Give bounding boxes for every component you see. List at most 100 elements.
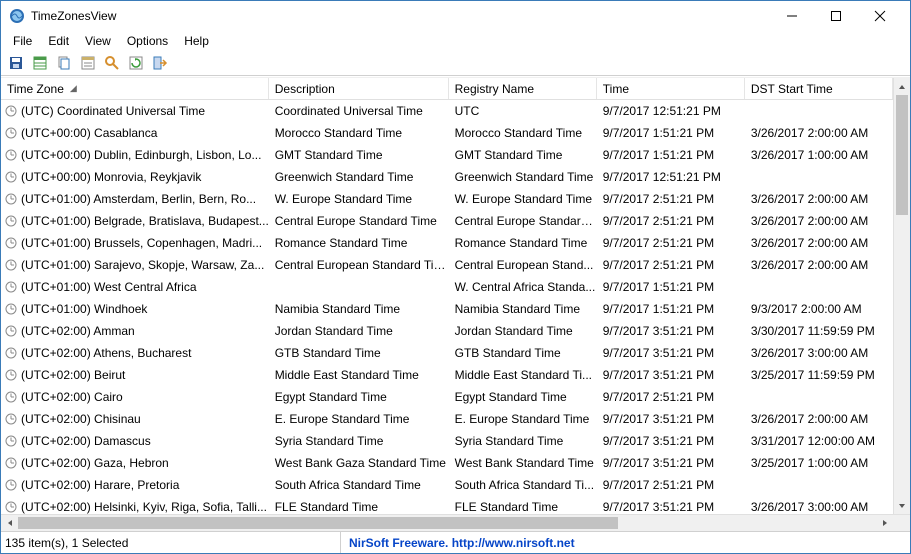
table-row[interactable]: (UTC+02:00) AmmanJordan Standard TimeJor… (1, 320, 893, 342)
col-label: Time Zone (7, 82, 64, 96)
table-row[interactable]: (UTC+00:00) CasablancaMorocco Standard T… (1, 122, 893, 144)
cell-registry: FLE Standard Time (449, 500, 597, 514)
cell-description: Central Europe Standard Time (269, 214, 449, 228)
window-buttons (770, 2, 902, 30)
cell-registry: GTB Standard Time (449, 346, 597, 360)
cell-time: 9/7/2017 2:51:21 PM (597, 192, 745, 206)
properties-icon[interactable] (77, 53, 99, 73)
vertical-scrollbar[interactable] (893, 78, 910, 514)
cell-timezone: (UTC+02:00) Gaza, Hebron (21, 456, 169, 470)
table-row[interactable]: (UTC+02:00) Harare, Pretoria South Africa… (1, 474, 893, 496)
cell-timezone: (UTC) Coordinated Universal Time (21, 104, 205, 118)
menu-help[interactable]: Help (176, 32, 217, 50)
cell-description: E. Europe Standard Time (269, 412, 449, 426)
menu-options[interactable]: Options (119, 32, 176, 50)
cell-time: 9/7/2017 12:51:21 PM (597, 170, 745, 184)
status-text: 135 item(s), 1 Selected (1, 532, 341, 553)
column-headers: Time Zone◢ Description Registry Name Tim… (1, 78, 893, 100)
clock-icon (5, 501, 17, 513)
cell-time: 9/7/2017 12:51:21 PM (597, 104, 745, 118)
cell-registry: South Africa Standard Ti... (449, 478, 597, 492)
hscroll-track[interactable] (18, 515, 876, 531)
table-row[interactable]: (UTC+02:00) Helsinki, Kyiv, Riga, Sofia,… (1, 496, 893, 514)
close-button[interactable] (858, 2, 902, 30)
table-row[interactable]: (UTC) Coordinated Universal TimeCoordina… (1, 100, 893, 122)
minimize-button[interactable] (770, 2, 814, 30)
table-row[interactable]: (UTC+01:00) Amsterdam, Berlin, Bern, Ro.… (1, 188, 893, 210)
scroll-right-icon[interactable] (876, 515, 893, 531)
exit-icon[interactable] (149, 53, 171, 73)
scroll-up-icon[interactable] (894, 78, 910, 95)
table-row[interactable]: (UTC+02:00) Gaza, Hebron West Bank Gaza S… (1, 452, 893, 474)
hscroll-thumb[interactable] (18, 517, 618, 529)
statusbar: 135 item(s), 1 Selected NirSoft Freeware… (1, 531, 910, 553)
menu-edit[interactable]: Edit (40, 32, 77, 50)
cell-time: 9/7/2017 3:51:21 PM (597, 456, 745, 470)
cell-dst: 3/26/2017 2:00:00 AM (745, 126, 893, 140)
table-row[interactable]: (UTC+01:00) Sarajevo, Skopje, Warsaw, Za… (1, 254, 893, 276)
col-time[interactable]: Time (597, 78, 745, 99)
table-row[interactable]: (UTC+02:00) Chisinau E. Europe Standard T… (1, 408, 893, 430)
data-grid[interactable]: Time Zone◢ Description Registry Name Tim… (1, 78, 893, 514)
maximize-button[interactable] (814, 2, 858, 30)
clock-icon (5, 303, 17, 315)
cell-registry: GMT Standard Time (449, 148, 597, 162)
cell-timezone: (UTC+00:00) Monrovia, Reykjavik (21, 170, 201, 184)
copy-icon[interactable] (53, 53, 75, 73)
toolbar (1, 51, 910, 75)
cell-description: West Bank Gaza Standard Time (269, 456, 449, 470)
cell-registry: Middle East Standard Ti... (449, 368, 597, 382)
cell-time: 9/7/2017 2:51:21 PM (597, 390, 745, 404)
col-label: Time (603, 82, 629, 96)
scroll-left-icon[interactable] (1, 515, 18, 531)
cell-description: South Africa Standard Time (269, 478, 449, 492)
cell-dst: 3/26/2017 2:00:00 AM (745, 236, 893, 250)
save-icon[interactable] (5, 53, 27, 73)
refresh-icon[interactable] (125, 53, 147, 73)
menu-view[interactable]: View (77, 32, 119, 50)
col-timezone[interactable]: Time Zone◢ (1, 78, 269, 99)
clock-icon (5, 105, 17, 117)
table-row[interactable]: (UTC+01:00) Brussels, Copenhagen, Madri.… (1, 232, 893, 254)
table-row[interactable]: (UTC+02:00) DamascusSyria Standard TimeS… (1, 430, 893, 452)
clock-icon (5, 457, 17, 469)
cell-description: Jordan Standard Time (269, 324, 449, 338)
cell-timezone: (UTC+01:00) Belgrade, Bratislava, Budape… (21, 214, 269, 228)
vscroll-track[interactable] (894, 95, 910, 497)
cell-description: Syria Standard Time (269, 434, 449, 448)
table-row[interactable]: (UTC+01:00) WindhoekNamibia Standard Tim… (1, 298, 893, 320)
clock-icon (5, 215, 17, 227)
table-row[interactable]: (UTC+02:00) CairoEgypt Standard TimeEgyp… (1, 386, 893, 408)
cell-time: 9/7/2017 3:51:21 PM (597, 412, 745, 426)
table-row[interactable]: (UTC+02:00) BeirutMiddle East Standard T… (1, 364, 893, 386)
cell-dst: 3/26/2017 3:00:00 AM (745, 346, 893, 360)
table-row[interactable]: (UTC+00:00) Dublin, Edinburgh, Lisbon, L… (1, 144, 893, 166)
scroll-down-icon[interactable] (894, 497, 910, 514)
cell-registry: Greenwich Standard Time (449, 170, 597, 184)
cell-timezone: (UTC+01:00) Windhoek (21, 302, 147, 316)
clock-icon (5, 193, 17, 205)
horizontal-scrollbar[interactable] (1, 514, 910, 531)
col-registry[interactable]: Registry Name (449, 78, 597, 99)
table-row[interactable]: (UTC+01:00) West Central AfricaW. Centra… (1, 276, 893, 298)
cell-timezone: (UTC+02:00) Chisinau (21, 412, 141, 426)
cell-description: Egypt Standard Time (269, 390, 449, 404)
cell-dst: 3/31/2017 12:00:00 AM (745, 434, 893, 448)
cell-timezone: (UTC+02:00) Harare, Pretoria (21, 478, 179, 492)
table-row[interactable]: (UTC+00:00) Monrovia, Reykjavik Greenwich… (1, 166, 893, 188)
vscroll-thumb[interactable] (896, 95, 908, 215)
menu-file[interactable]: File (5, 32, 40, 50)
cell-dst: 3/25/2017 1:00:00 AM (745, 456, 893, 470)
cell-registry: Central European Stand... (449, 258, 597, 272)
table-row[interactable]: (UTC+02:00) Athens, BucharestGTB Standar… (1, 342, 893, 364)
save-csv-icon[interactable] (29, 53, 51, 73)
footer-link[interactable]: NirSoft Freeware. http://www.nirsoft.net (341, 536, 910, 550)
table-row[interactable]: (UTC+01:00) Belgrade, Bratislava, Budape… (1, 210, 893, 232)
clock-icon (5, 127, 17, 139)
clock-icon (5, 369, 17, 381)
clock-icon (5, 149, 17, 161)
find-icon[interactable] (101, 53, 123, 73)
col-description[interactable]: Description (269, 78, 449, 99)
col-dst[interactable]: DST Start Time (745, 78, 893, 99)
cell-timezone: (UTC+02:00) Amman (21, 324, 135, 338)
